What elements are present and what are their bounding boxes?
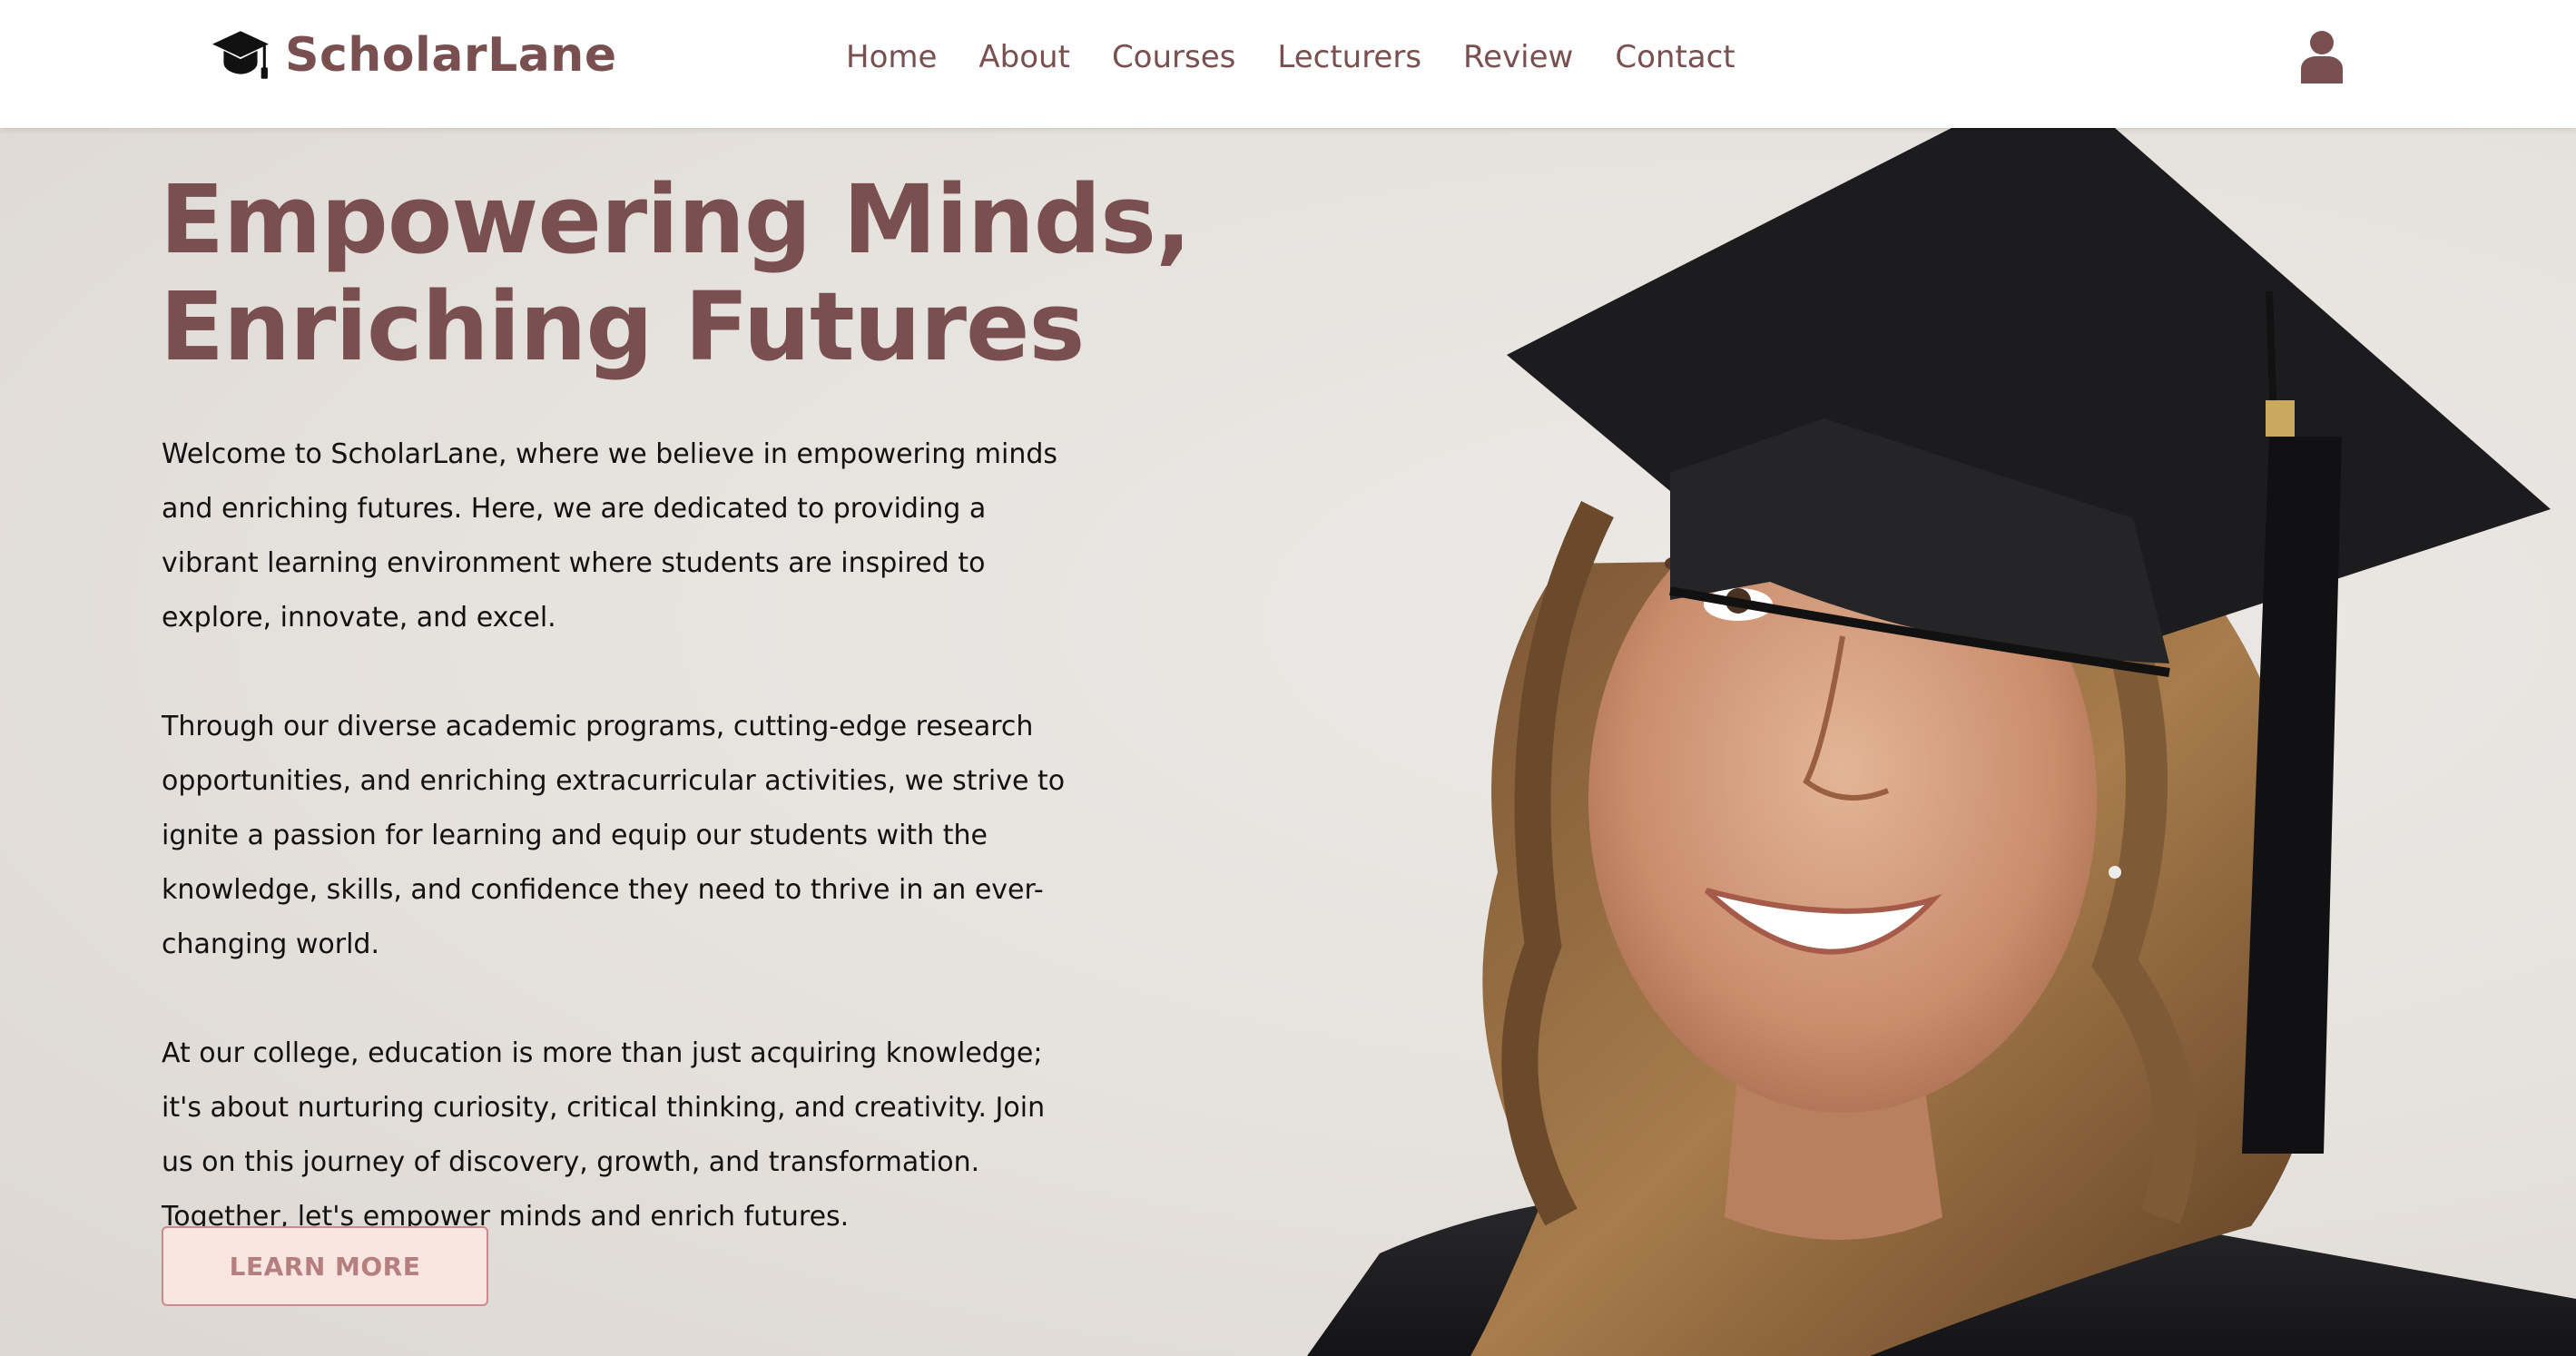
- main-nav: Home About Courses Lecturers Review Cont…: [846, 33, 1735, 82]
- hero-paragraph-3: At our college, education is more than j…: [162, 1037, 1046, 1233]
- hero-paragraph-1: Welcome to ScholarLane, where we believe…: [162, 438, 1058, 634]
- hero-title-line-1: Empowering Minds,: [160, 164, 1192, 275]
- hero-title-line-2: Enriching Futures: [160, 271, 1085, 382]
- learn-more-button[interactable]: LEARN MORE: [162, 1226, 488, 1306]
- hero-description: Welcome to ScholarLane, where we believe…: [162, 427, 1078, 1299]
- nav-courses[interactable]: Courses: [1112, 42, 1235, 73]
- hero-section: Empowering Minds, Enriching Futures Welc…: [0, 128, 2576, 1356]
- site-header: ScholarLane Home About Courses Lecturers…: [0, 0, 2576, 128]
- graduation-cap-icon: [212, 31, 269, 79]
- nav-home[interactable]: Home: [846, 42, 937, 73]
- brand-logo[interactable]: ScholarLane: [211, 24, 617, 87]
- nav-about[interactable]: About: [978, 42, 1070, 73]
- nav-review[interactable]: Review: [1463, 42, 1573, 73]
- nav-contact[interactable]: Contact: [1615, 42, 1735, 73]
- nav-lecturers[interactable]: Lecturers: [1277, 42, 1421, 73]
- hero-paragraph-2: Through our diverse academic programs, c…: [162, 711, 1066, 960]
- user-icon[interactable]: [2296, 29, 2347, 84]
- hero-title: Empowering Minds, Enriching Futures: [160, 166, 1249, 380]
- brand-name: ScholarLane: [285, 28, 617, 83]
